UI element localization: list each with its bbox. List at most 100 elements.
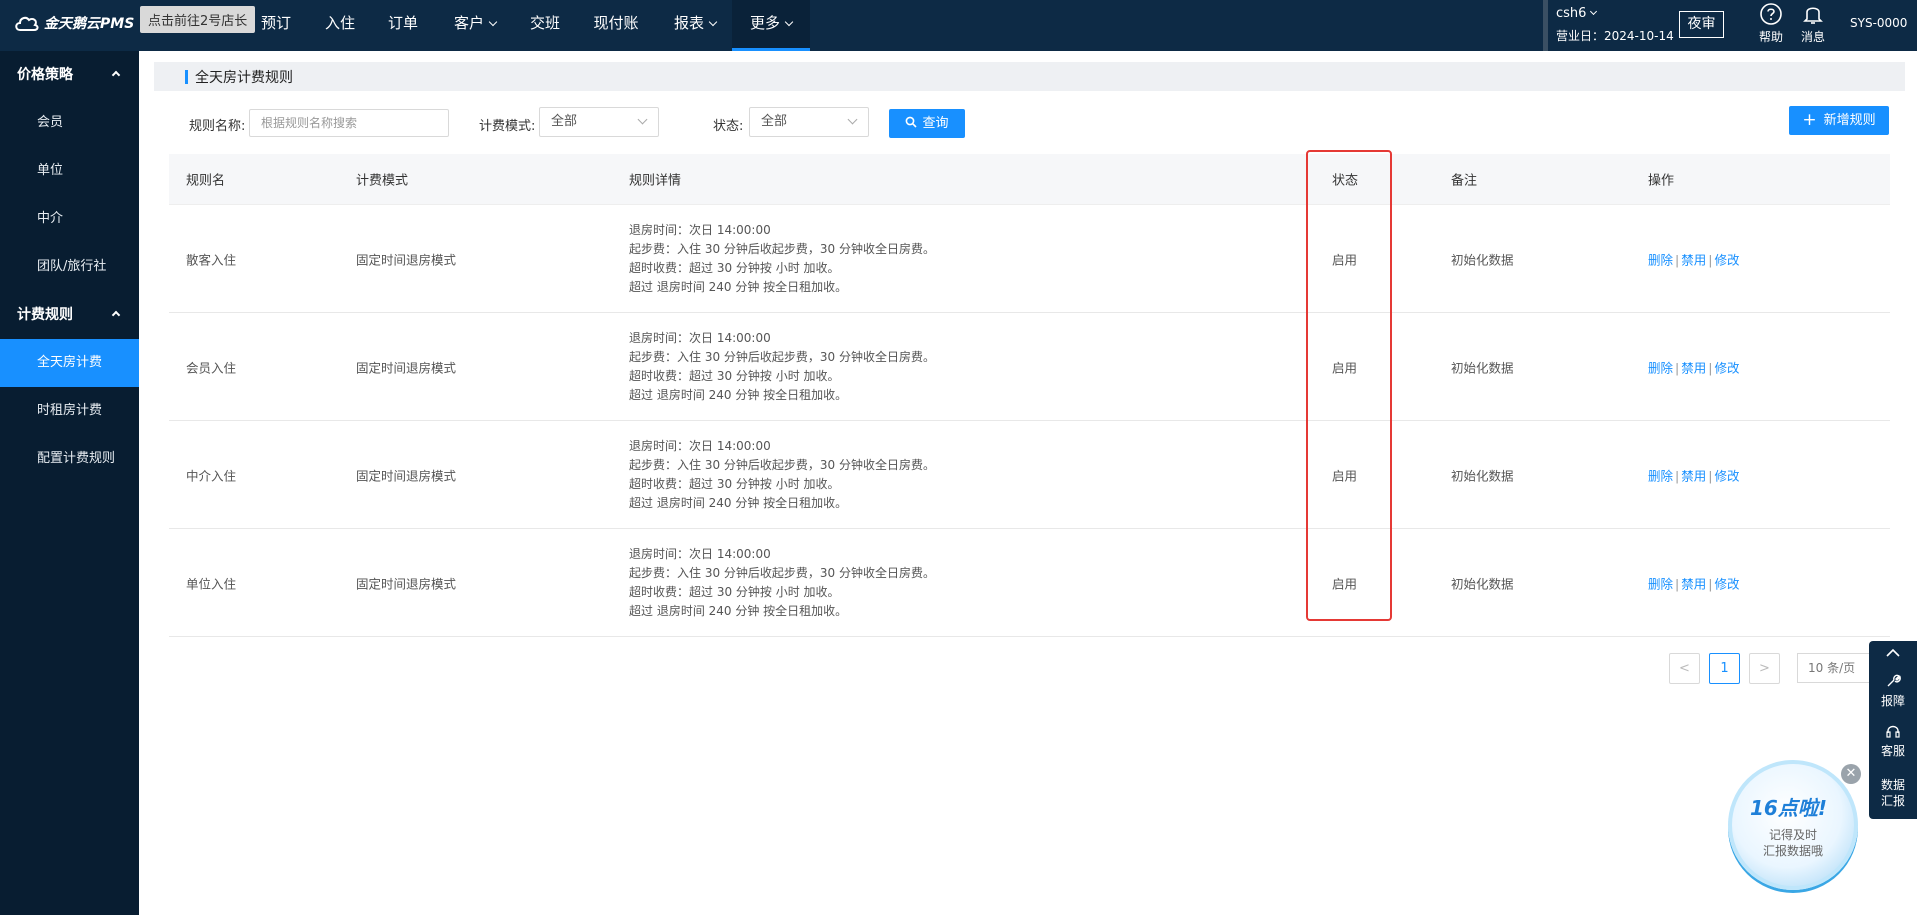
remark-cell: 初始化数据 (1451, 576, 1514, 591)
nav-orders[interactable]: 订单 (385, 0, 421, 51)
nav-more-label: 更多 (749, 14, 780, 32)
prev-page-button[interactable]: < (1669, 653, 1700, 684)
chevron-down-icon (1590, 7, 1598, 16)
sidebar-group-billing-rules[interactable]: 计费规则 (0, 291, 139, 339)
detail-line: 起步费：入住 30 分钟后收起步费，30 分钟收全日房费。 (629, 565, 935, 580)
app-name: 金天鹅云PMS (44, 16, 135, 32)
help-icon (1760, 3, 1782, 25)
status-select[interactable]: 全部 (749, 107, 869, 137)
page-title: 全天房计费规则 (195, 70, 293, 86)
nav-reports-label: 报表 (673, 14, 704, 32)
rule-name-cell: 散客入住 (186, 252, 237, 267)
page-size-select[interactable]: 10 条/页 (1797, 653, 1870, 683)
search-button[interactable]: 查询 (889, 109, 965, 138)
data-report-label: 汇报 (1880, 794, 1905, 808)
data-report-button[interactable]: 数据 汇报 (1869, 777, 1917, 809)
page-number-button[interactable]: 1 (1709, 653, 1740, 684)
edit-link[interactable]: 修改 (1714, 360, 1739, 375)
rule-detail-cell: 退房时间：次日 14:00:00 起步费：入住 30 分钟后收起步费，30 分钟… (629, 329, 935, 405)
disable-link[interactable]: 禁用 (1681, 576, 1706, 591)
delete-link[interactable]: 删除 (1648, 252, 1673, 267)
status-column-highlight (1306, 150, 1392, 621)
cloud-icon (15, 16, 39, 31)
account-switcher[interactable]: csh6 (1556, 6, 1598, 21)
sidebar-item-config-billing-rules[interactable]: 配置计费规则 (0, 435, 139, 483)
column-header-rule-name: 规则名 (186, 173, 226, 189)
scroll-top-button[interactable] (1869, 647, 1917, 661)
chevron-up-icon (111, 310, 121, 320)
detail-line: 退房时间：次日 14:00:00 (629, 222, 771, 237)
chevron-up-icon (111, 70, 121, 80)
rule-name-cell: 单位入住 (186, 576, 237, 591)
chevron-down-icon (637, 114, 648, 125)
add-rule-button[interactable]: + 新增规则 (1789, 106, 1889, 135)
column-header-rule-detail: 规则详情 (629, 173, 682, 189)
billing-mode-cell: 固定时间退房模式 (356, 360, 457, 375)
sidebar-item-company[interactable]: 单位 (0, 147, 139, 195)
close-icon[interactable]: ✕ (1841, 764, 1861, 784)
column-header-billing-mode: 计费模式 (356, 173, 409, 189)
nav-checkin[interactable]: 入住 (322, 0, 358, 51)
help-button[interactable]: 帮助 (1751, 2, 1791, 45)
plus-icon: + (1802, 110, 1817, 130)
nav-reservation[interactable]: 预订 (258, 0, 294, 51)
nav-customers[interactable]: 客户 (450, 0, 500, 51)
edit-link[interactable]: 修改 (1714, 468, 1739, 483)
nav-reports[interactable]: 报表 (670, 0, 720, 51)
rule-name-search-input[interactable]: 根据规则名称搜索 (249, 109, 449, 137)
status-label: 状态: (713, 119, 744, 134)
sidebar-item-group-travel[interactable]: 团队/旅行社 (0, 243, 139, 291)
sidebar: 价格策略 会员 单位 中介 团队/旅行社 计费规则 全天房计费 时租房计费 配置… (0, 51, 139, 915)
billing-mode-label: 计费模式: (479, 119, 536, 134)
rule-name-cell: 中介入住 (186, 468, 237, 483)
reminder-text: 记得及时 (1768, 828, 1817, 842)
main-content: 全天房计费规则 规则名称: 根据规则名称搜索 计费模式: 全部 状态: 全部 查… (139, 51, 1917, 915)
disable-link[interactable]: 禁用 (1681, 360, 1706, 375)
chevron-down-icon (847, 114, 858, 125)
page-header: 全天房计费规则 (154, 62, 1905, 91)
detail-line: 超时收费：超过 30 分钟按 小时 加收。 (629, 476, 840, 491)
page-size-value: 10 条/页 (1808, 661, 1856, 675)
sidebar-group-price-strategy[interactable]: 价格策略 (0, 51, 139, 99)
delete-link[interactable]: 删除 (1648, 360, 1673, 375)
disable-link[interactable]: 禁用 (1681, 252, 1706, 267)
sidebar-item-hourly-billing[interactable]: 时租房计费 (0, 387, 139, 435)
edit-link[interactable]: 修改 (1714, 252, 1739, 267)
billing-mode-select[interactable]: 全部 (539, 107, 659, 137)
sidebar-item-full-day-billing[interactable]: 全天房计费 (0, 339, 139, 387)
chevron-down-icon (488, 17, 498, 27)
detail-line: 退房时间：次日 14:00:00 (629, 438, 771, 453)
separator: | (1675, 360, 1680, 375)
report-issue-button[interactable]: 报障 (1869, 673, 1917, 709)
store-switch-tooltip[interactable]: 点击前往2号店长 (140, 6, 256, 33)
edit-link[interactable]: 修改 (1714, 576, 1739, 591)
billing-mode-cell: 固定时间退房模式 (356, 252, 457, 267)
customer-service-button[interactable]: 客服 (1869, 723, 1917, 759)
top-navigation-bar: 金天鹅云PMS 点击前往2号店长 预订 入住 订单 客户 交班 现付账 报表 更… (0, 0, 1917, 51)
app-logo[interactable]: 金天鹅云PMS (14, 13, 134, 33)
separator: | (1675, 576, 1680, 591)
sidebar-item-member[interactable]: 会员 (0, 99, 139, 147)
detail-line: 超过 退房时间 240 分钟 按全日租加收。 (629, 279, 848, 294)
headset-icon (1886, 725, 1900, 738)
nav-more[interactable]: 更多 (732, 0, 810, 51)
sidebar-item-agent[interactable]: 中介 (0, 195, 139, 243)
chevron-down-icon (708, 17, 718, 27)
delete-link[interactable]: 删除 (1648, 468, 1673, 483)
separator: | (1708, 252, 1713, 267)
user-menu[interactable]: SYS-0000 (1850, 16, 1907, 30)
billing-mode-value: 全部 (551, 114, 578, 129)
nav-shift[interactable]: 交班 (528, 0, 562, 51)
remark-cell: 初始化数据 (1451, 252, 1514, 267)
detail-line: 超时收费：超过 30 分钟按 小时 加收。 (629, 260, 840, 275)
status-value: 全部 (761, 114, 788, 129)
messages-button[interactable]: 消息 (1793, 2, 1833, 45)
separator: | (1675, 252, 1680, 267)
next-page-button[interactable]: > (1749, 653, 1780, 684)
night-audit-button[interactable]: 夜审 (1679, 11, 1724, 38)
report-reminder-bubble[interactable]: 16点啦! 记得及时 汇报数据哦 (1728, 760, 1858, 890)
disable-link[interactable]: 禁用 (1681, 468, 1706, 483)
delete-link[interactable]: 删除 (1648, 576, 1673, 591)
help-label: 帮助 (1758, 30, 1783, 44)
nav-cash-account[interactable]: 现付账 (592, 0, 640, 51)
